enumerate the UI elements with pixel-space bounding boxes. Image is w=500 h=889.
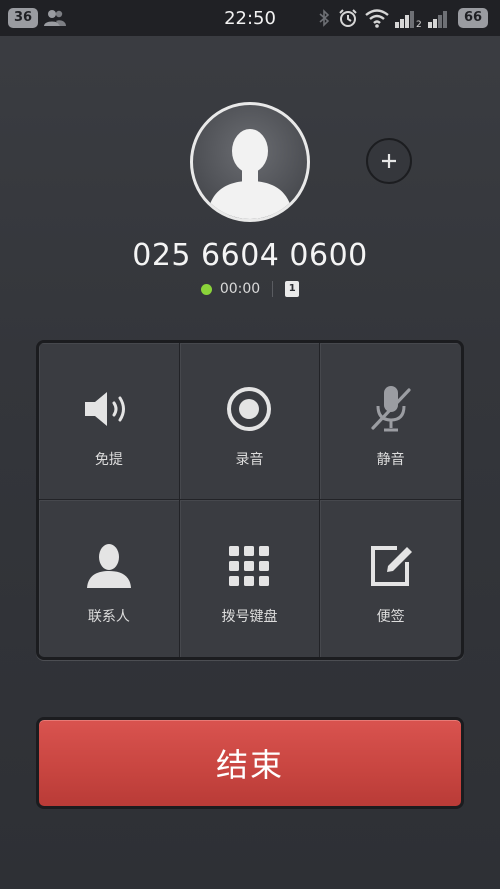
sim-card-icon: 1 <box>285 281 300 297</box>
mute-label: 静音 <box>376 452 405 468</box>
signal-1-icon: 2 <box>395 10 423 32</box>
phone-number: 025 6604 0600 <box>132 238 368 273</box>
contacts-label: 联系人 <box>87 609 130 625</box>
end-call-button[interactable]: 结束 <box>36 717 464 809</box>
status-bar: 36 22:50 2 66 <box>0 0 500 36</box>
contacts-button[interactable]: 联系人 <box>39 500 180 657</box>
divider <box>272 281 274 297</box>
dialpad-icon <box>223 540 275 592</box>
record-button[interactable]: 录音 <box>179 343 321 500</box>
end-call-label: 结束 <box>215 746 284 784</box>
mute-button[interactable]: 静音 <box>320 343 461 500</box>
call-actions-grid: 免提 录音 静音 联系人 拨号键盘 便签 <box>36 340 464 660</box>
call-info: 00:00 1 <box>0 281 500 297</box>
dialpad-button[interactable]: 拨号键盘 <box>180 500 321 657</box>
note-button[interactable]: 便签 <box>320 500 461 657</box>
bluetooth-icon <box>318 9 330 31</box>
speaker-button[interactable]: 免提 <box>39 343 180 500</box>
status-time: 22:50 <box>224 8 276 29</box>
call-duration: 00:00 <box>219 281 261 297</box>
contact-avatar <box>190 102 310 222</box>
note-icon <box>365 540 417 592</box>
wifi-icon <box>365 8 389 32</box>
add-call-button[interactable] <box>366 138 412 184</box>
dialpad-label: 拨号键盘 <box>221 609 278 625</box>
record-icon <box>223 383 275 435</box>
battery-icon: 66 <box>458 8 488 28</box>
alarm-icon <box>338 8 358 32</box>
svg-text:2: 2 <box>416 20 422 28</box>
note-label: 便签 <box>376 609 405 625</box>
call-active-indicator <box>200 283 212 295</box>
record-label: 录音 <box>235 452 264 468</box>
mute-icon <box>365 383 417 435</box>
contact-icon <box>83 540 135 592</box>
person-silhouette-icon <box>207 129 293 219</box>
speaker-label: 免提 <box>94 452 123 468</box>
plus-icon <box>382 154 396 168</box>
speaker-icon <box>83 383 135 435</box>
signal-2-icon <box>428 10 454 32</box>
